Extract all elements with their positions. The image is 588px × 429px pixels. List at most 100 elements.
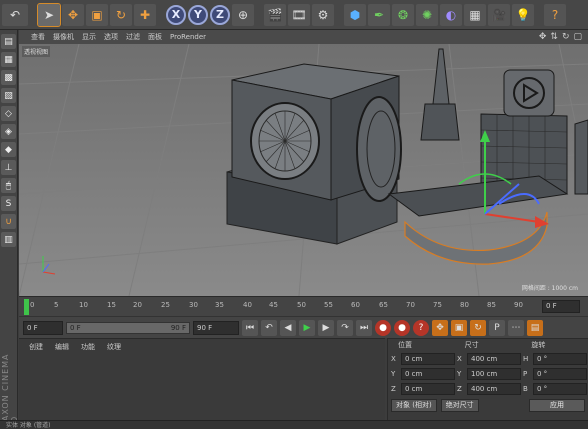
edges-mode-icon[interactable]: ◈ — [1, 124, 16, 139]
subdivision-icon[interactable]: ❂ — [392, 3, 414, 26]
size-y-field[interactable]: 100 cm — [467, 367, 521, 380]
snap-icon[interactable]: S — [1, 196, 16, 211]
material-menu-create[interactable]: 创建 — [29, 342, 43, 352]
undo-icon[interactable]: ↶ — [2, 3, 28, 26]
floor-icon[interactable]: ▦ — [464, 3, 486, 26]
rotate-icon[interactable]: ↻ — [110, 3, 132, 26]
points-mode-icon[interactable]: ◇ — [1, 106, 16, 121]
render-view-icon[interactable]: 🎬 — [264, 3, 286, 26]
position-z-field[interactable]: 0 cm — [401, 382, 455, 395]
magnet-icon[interactable]: ∪ — [1, 214, 16, 229]
timeline-playhead[interactable] — [24, 299, 29, 315]
menu-filter[interactable]: 过滤 — [126, 32, 140, 42]
rotate-view-icon[interactable]: ↻ — [562, 32, 570, 42]
cube-icon[interactable]: ⬢ — [344, 3, 366, 26]
material-menu-function[interactable]: 功能 — [81, 342, 95, 352]
workplane-icon[interactable]: ▧ — [1, 88, 16, 103]
camera-icon[interactable]: 🎥 — [488, 3, 510, 26]
go-to-start-icon[interactable]: ⏮ — [242, 319, 258, 336]
axis-label: H — [523, 354, 529, 363]
keyframe-selection-icon[interactable]: ? — [413, 319, 429, 336]
apply-button[interactable]: 应用 — [529, 399, 585, 412]
viewport-label: 透视视图 — [22, 46, 51, 57]
model-mode-icon[interactable]: ▦ — [1, 52, 16, 67]
menu-display[interactable]: 显示 — [82, 32, 96, 42]
cinema4d-window: ↶ ➤ ✥ ▣ ↻ ✚ X Y Z ⊕ 🎬 🎞 ⚙ ⬢ ✒ ❂ ✺ ◐ ▦ 🎥 … — [0, 0, 588, 429]
position-header: 位置 — [398, 341, 412, 349]
next-key-icon[interactable]: ↷ — [337, 319, 353, 336]
light-icon[interactable]: 💡 — [512, 3, 534, 26]
tick-label: 85 — [487, 301, 496, 309]
transport-bar: 0 F 0 F 90 F 90 F ⏮ ↶ ◀ ▶ ▶ ↷ ⏭ ● ● ? ✥ … — [19, 316, 588, 338]
timeline-window-icon[interactable]: ▤ — [527, 319, 543, 336]
record-icon[interactable]: ● — [375, 319, 391, 336]
array-icon[interactable]: ✺ — [416, 3, 438, 26]
position-x-field[interactable]: 0 cm — [401, 352, 455, 365]
rotation-h-field[interactable]: 0 ° — [533, 352, 587, 365]
autokey-icon[interactable]: ● — [394, 319, 410, 336]
add-icon[interactable]: ✚ — [134, 3, 156, 26]
current-frame-field[interactable]: 0 F — [542, 300, 580, 313]
tick-label: 10 — [79, 301, 88, 309]
pen-icon[interactable]: ✒ — [368, 3, 390, 26]
axis-label: B — [523, 384, 528, 393]
start-frame-field[interactable]: 0 F — [23, 320, 63, 335]
render-settings-icon[interactable]: ⚙ — [312, 3, 334, 26]
viewport-menu: 查看 摄像机 显示 选项 过滤 面板 ProRender ✥ ⇅ ↻ ▢ — [19, 30, 588, 44]
menu-options[interactable]: 选项 — [104, 32, 118, 42]
go-to-end-icon[interactable]: ⏭ — [356, 319, 372, 336]
rotation-b-field[interactable]: 0 ° — [533, 382, 587, 395]
help-icon[interactable]: ? — [544, 3, 566, 26]
size-z-field[interactable]: 400 cm — [467, 382, 521, 395]
menu-view[interactable]: 查看 — [31, 32, 45, 42]
tick-label: 45 — [269, 301, 278, 309]
position-y-field[interactable]: 0 cm — [401, 367, 455, 380]
z-axis-toggle[interactable]: Z — [210, 4, 230, 25]
menu-prorender[interactable]: ProRender — [170, 33, 206, 41]
lock-workplane-icon[interactable]: ▥ — [1, 232, 16, 247]
coord-row-z: Z 0 cm Z 400 cm B 0 ° — [388, 381, 588, 396]
play-icon[interactable]: ▶ — [299, 319, 315, 336]
rotation-p-field[interactable]: 0 ° — [533, 367, 587, 380]
status-bar: 实体 对象 (管道) — [0, 420, 588, 429]
pan-view-icon[interactable]: ✥ — [539, 32, 547, 42]
dolly-view-icon[interactable]: ⇅ — [550, 32, 558, 42]
material-menu-edit[interactable]: 编辑 — [55, 342, 69, 352]
size-mode-dropdown[interactable]: 绝对尺寸 — [440, 399, 479, 412]
key-scale-icon[interactable]: ▣ — [451, 319, 467, 336]
render-icon[interactable]: 🎞 — [288, 3, 310, 26]
menu-cameras[interactable]: 摄像机 — [53, 32, 74, 42]
tick-label: 60 — [351, 301, 360, 309]
polygons-mode-icon[interactable]: ◆ — [1, 142, 16, 157]
move-icon[interactable]: ✥ — [62, 3, 84, 26]
y-axis-toggle[interactable]: Y — [188, 4, 208, 25]
perspective-viewport[interactable]: 透视视图 网格间距 : 1000 cm — [19, 44, 588, 296]
key-position-icon[interactable]: ✥ — [432, 319, 448, 336]
tweak-icon[interactable]: 🖱 — [1, 178, 16, 193]
range-end-label: 90 F — [170, 323, 186, 332]
x-axis-toggle[interactable]: X — [166, 4, 186, 25]
prev-frame-icon[interactable]: ◀ — [280, 319, 296, 336]
material-menu-texture[interactable]: 纹理 — [107, 342, 121, 352]
prev-key-icon[interactable]: ↶ — [261, 319, 277, 336]
toggle-view-icon[interactable]: ▢ — [573, 32, 582, 42]
scale-icon[interactable]: ▣ — [86, 3, 108, 26]
size-x-field[interactable]: 400 cm — [467, 352, 521, 365]
key-rotation-icon[interactable]: ↻ — [470, 319, 486, 336]
timeline-ruler[interactable]: 0 5 10 15 20 25 30 35 40 45 50 55 60 65 … — [19, 296, 588, 316]
next-frame-icon[interactable]: ▶ — [318, 319, 334, 336]
menu-panel[interactable]: 面板 — [148, 32, 162, 42]
key-param-icon[interactable]: P — [489, 319, 505, 336]
pointer-icon[interactable]: ➤ — [37, 2, 61, 27]
texture-mode-icon[interactable]: ▩ — [1, 70, 16, 85]
deformer-icon[interactable]: ◐ — [440, 3, 462, 26]
coord-row-x: X 0 cm X 400 cm H 0 ° — [388, 351, 588, 366]
axis-mode-icon[interactable]: ⊥ — [1, 160, 16, 175]
world-coords-icon[interactable]: ⊕ — [232, 3, 254, 26]
end-frame-field[interactable]: 90 F — [193, 320, 239, 335]
key-pla-icon[interactable]: ⋯ — [508, 319, 524, 336]
frame-range-slider[interactable]: 0 F 90 F — [66, 321, 190, 334]
make-editable-icon[interactable]: ▤ — [1, 34, 16, 49]
coordinate-mode-dropdown[interactable]: 对象 (相对) — [391, 399, 437, 412]
rotation-header: 旋转 — [531, 341, 546, 349]
